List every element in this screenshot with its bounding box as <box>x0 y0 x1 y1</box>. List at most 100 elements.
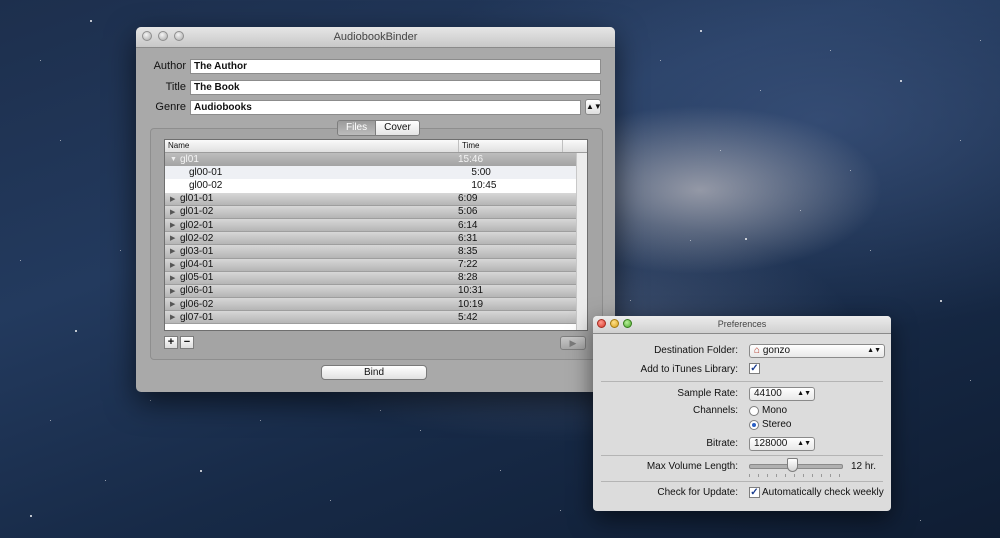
title-field[interactable]: The Book <box>190 79 601 95</box>
table-scrollbar[interactable] <box>576 153 587 330</box>
auto-update-label: Automatically check weekly <box>762 487 884 498</box>
star <box>260 420 261 421</box>
column-header-name[interactable]: Name <box>165 140 459 152</box>
disclosure-closed-icon[interactable]: ▶ <box>165 247 180 255</box>
remove-file-button[interactable]: − <box>180 336 194 349</box>
prefs-close-button[interactable] <box>597 319 606 328</box>
minimize-button[interactable] <box>158 31 168 41</box>
disclosure-open-icon[interactable]: ▼ <box>165 156 180 163</box>
row-name: gl06-02 <box>180 298 214 310</box>
prefs-minimize-button[interactable] <box>610 319 619 328</box>
destination-popup[interactable]: ⌂ gonzo ▲▼ <box>749 344 885 358</box>
author-row: Author The Author <box>136 58 601 74</box>
table-row[interactable]: ▶ gl03-01 8:35 <box>165 245 587 259</box>
itunes-checkbox[interactable]: ✓ <box>749 363 760 374</box>
genre-label: Genre <box>155 101 186 113</box>
bitrate-label: Bitrate: <box>706 438 738 449</box>
disclosure-closed-icon[interactable]: ▶ <box>165 261 180 269</box>
star <box>50 420 51 421</box>
table-body: ▼ gl01 15:46 gl00-01 5:00 gl00-02 10:45 ▶ gl01-0… <box>165 153 587 325</box>
star <box>870 250 871 251</box>
row-time: 6:14 <box>458 219 478 231</box>
title-row: Title The Book <box>136 79 601 95</box>
disclosure-closed-icon[interactable]: ▶ <box>165 287 180 295</box>
popup-arrows-icon: ▲▼ <box>797 440 811 447</box>
row-name: gl00-01 <box>189 167 223 179</box>
table-row[interactable]: ▶ gl06-01 10:31 <box>165 284 587 299</box>
star <box>200 470 202 472</box>
table-row[interactable]: ▶ gl05-01 8:28 <box>165 271 587 285</box>
table-row[interactable]: ▶ gl01-01 6:09 <box>165 192 587 206</box>
genre-field[interactable]: Audiobooks <box>190 99 581 115</box>
row-name-cell: ▼ gl01 <box>165 154 455 165</box>
star <box>850 170 851 171</box>
row-name-cell: ▶ gl02-02 <box>165 233 455 244</box>
audiobookbinder-window: AudiobookBinder Author The Author Title … <box>136 27 615 392</box>
row-name: gl01 <box>180 154 199 166</box>
table-row[interactable]: gl00-02 10:45 <box>165 179 587 193</box>
radio-mono[interactable] <box>749 406 759 416</box>
column-header-time[interactable]: Time <box>459 140 563 152</box>
star <box>150 400 151 401</box>
table-row[interactable]: ▶ gl06-02 10:19 <box>165 298 587 312</box>
table-row[interactable]: ▶ gl02-02 6:31 <box>165 232 587 246</box>
sample-rate-popup[interactable]: 44100 ▲▼ <box>749 387 815 401</box>
main-titlebar[interactable]: AudiobookBinder <box>136 27 615 48</box>
bind-button[interactable]: Bind <box>321 365 427 380</box>
star <box>720 150 721 151</box>
row-name: gl03-01 <box>180 245 214 257</box>
row-name-cell: gl00-01 <box>165 167 468 178</box>
star <box>30 515 32 517</box>
channels-label: Channels: <box>692 405 738 416</box>
disclosure-closed-icon[interactable]: ▶ <box>165 274 180 282</box>
row-time: 10:45 <box>471 180 497 192</box>
table-row[interactable]: ▶ gl07-01 5:42 <box>165 311 587 325</box>
bitrate-popup[interactable]: 128000 ▲▼ <box>749 437 815 451</box>
bitrate-value: 128000 <box>754 438 788 449</box>
max-volume-slider-knob[interactable] <box>787 458 799 472</box>
disclosure-closed-icon[interactable]: ▶ <box>165 300 180 308</box>
disclosure-closed-icon[interactable]: ▶ <box>165 234 180 242</box>
table-row[interactable]: ▶ gl01-02 5:06 <box>165 205 587 219</box>
star <box>330 500 331 501</box>
tab-files[interactable]: Files <box>338 121 376 135</box>
disclosure-closed-icon[interactable]: ▶ <box>165 221 180 229</box>
prefs-zoom-button[interactable] <box>623 319 632 328</box>
tab-cover[interactable]: Cover <box>375 121 419 135</box>
row-name: gl06-01 <box>180 285 214 297</box>
prefs-titlebar[interactable]: Preferences <box>593 316 891 334</box>
genre-popup-arrows-icon[interactable]: ▲▼ <box>585 99 602 115</box>
star <box>500 470 501 471</box>
row-time: 15:46 <box>458 154 484 166</box>
star <box>560 510 561 511</box>
auto-update-checkbox[interactable]: ✓ <box>749 487 760 498</box>
preferences-window: Preferences Destination Folder: ⌂ gonzo … <box>593 316 891 511</box>
star <box>940 300 942 302</box>
table-row[interactable]: gl00-01 5:00 <box>165 166 587 180</box>
disclosure-closed-icon[interactable]: ▶ <box>165 208 180 216</box>
table-row[interactable]: ▶ gl04-01 7:22 <box>165 258 587 272</box>
row-name: gl02-01 <box>180 219 214 231</box>
disclosure-closed-icon[interactable]: ▶ <box>165 195 180 203</box>
add-file-button[interactable]: + <box>164 336 178 349</box>
play-button[interactable]: ▶ <box>560 336 586 350</box>
author-field[interactable]: The Author <box>190 58 601 74</box>
star <box>690 240 691 241</box>
close-button[interactable] <box>142 31 152 41</box>
files-table[interactable]: Name Time ▼ gl01 15:46 gl00-01 5:00 gl00-02 10… <box>164 139 588 331</box>
destination-label: Destination Folder: <box>654 345 738 356</box>
star <box>900 80 902 82</box>
zoom-button[interactable] <box>174 31 184 41</box>
star <box>40 60 41 61</box>
radio-stereo[interactable] <box>749 420 759 430</box>
row-name-cell: ▶ gl07-01 <box>165 312 455 323</box>
row-name-cell: ▶ gl06-01 <box>165 285 455 296</box>
table-row[interactable]: ▼ gl01 15:46 <box>165 153 587 167</box>
table-row[interactable]: ▶ gl02-01 6:14 <box>165 218 587 233</box>
star <box>60 140 61 141</box>
home-icon: ⌂ <box>754 345 761 356</box>
disclosure-closed-icon[interactable]: ▶ <box>165 313 180 321</box>
prefs-window-controls <box>597 319 632 328</box>
star <box>660 60 661 61</box>
star <box>970 380 971 381</box>
